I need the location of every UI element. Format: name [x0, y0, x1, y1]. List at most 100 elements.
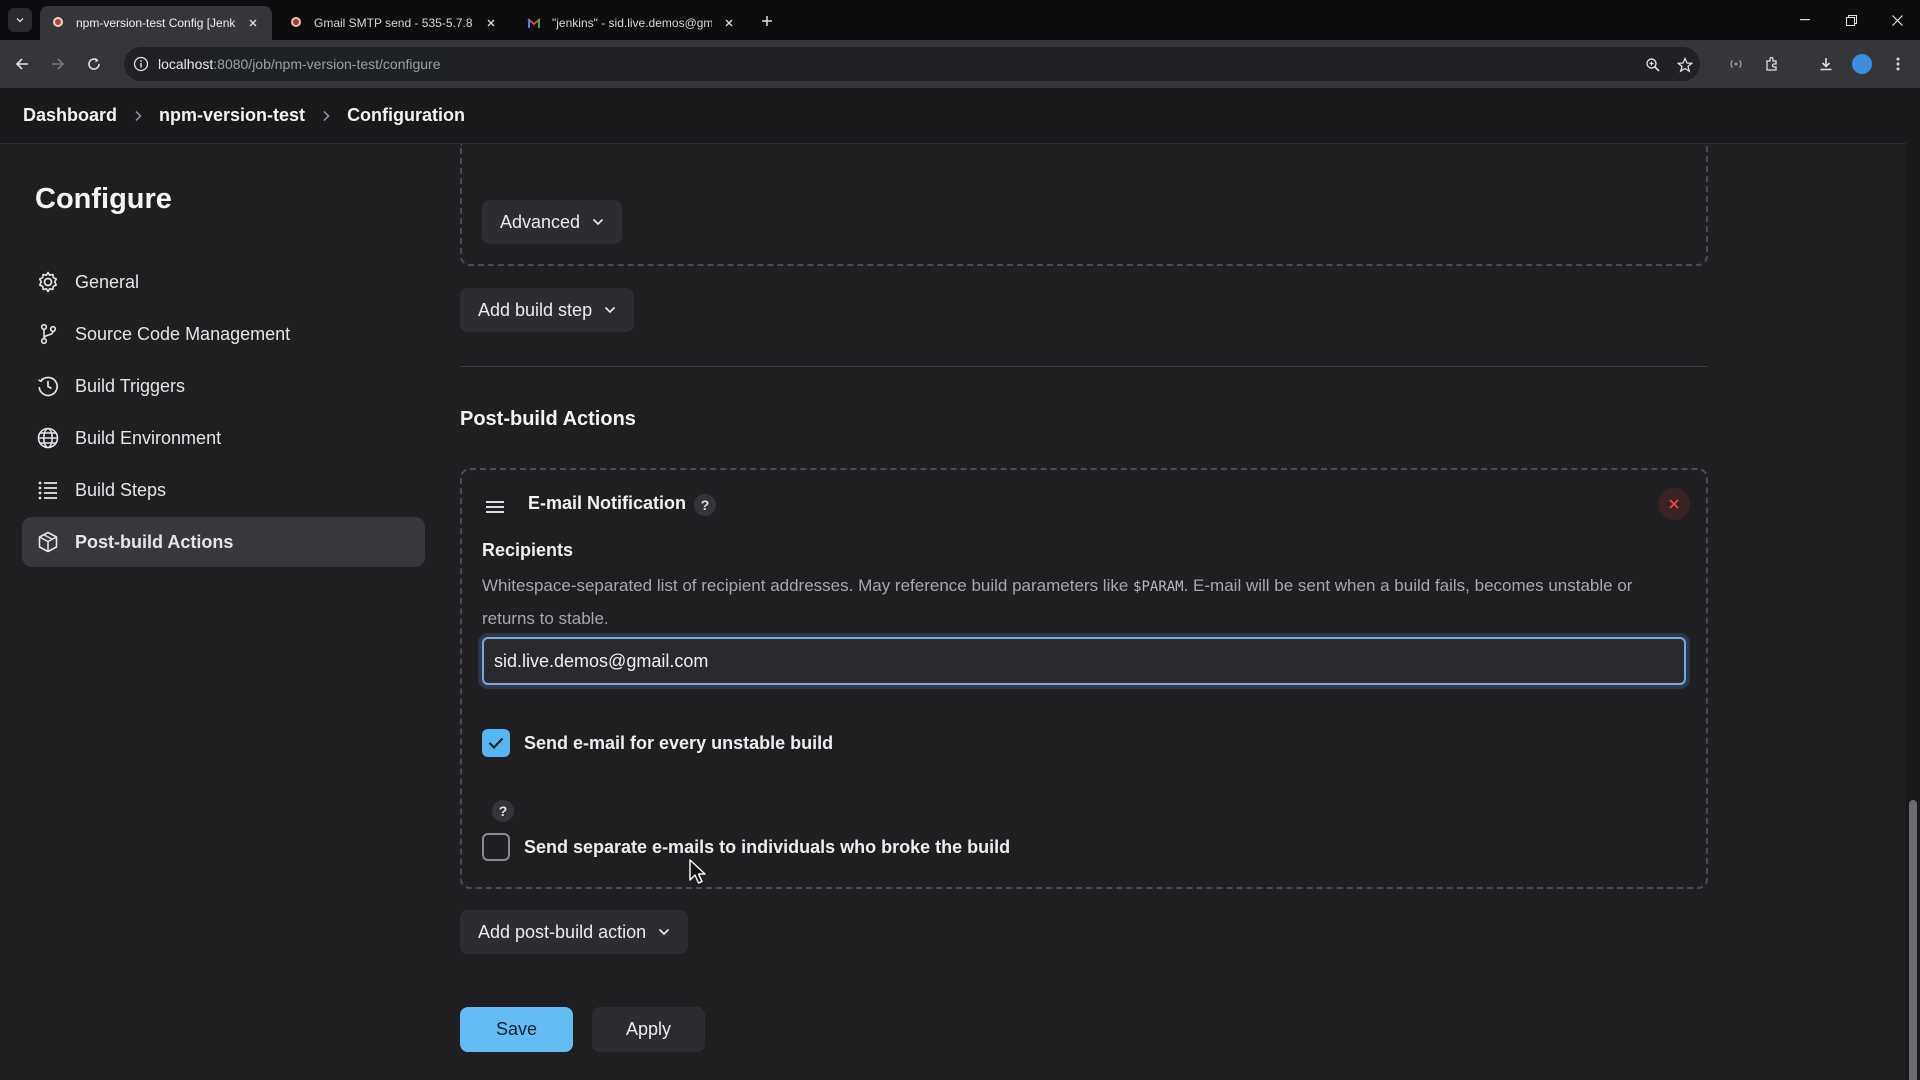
minimize-icon	[1800, 19, 1810, 21]
globe-icon	[35, 425, 61, 451]
separate-emails-checkbox[interactable]	[482, 833, 510, 861]
sidebar-item-build-triggers[interactable]: Build Triggers	[22, 361, 425, 411]
restore-icon	[1845, 14, 1857, 26]
save-button[interactable]: Save	[460, 1007, 573, 1052]
tab-gmail-smtp[interactable]: Gmail SMTP send - 535-5.7.8 Username	[278, 6, 510, 40]
chevron-down-icon	[592, 218, 604, 226]
tab-gmail-inbox[interactable]: "jenkins" - sid.live.demos@gmail.com	[516, 6, 748, 40]
close-tab-icon[interactable]	[720, 14, 738, 32]
close-icon	[1891, 14, 1903, 26]
jenkins-favicon-icon	[50, 15, 66, 31]
tab-title: "jenkins" - sid.live.demos@gmail.com	[552, 16, 712, 30]
chevron-down-icon	[604, 306, 616, 314]
sidebar-item-source-code-management[interactable]: Source Code Management	[22, 309, 425, 359]
breadcrumb-job[interactable]: npm-version-test	[159, 105, 305, 126]
site-info-icon[interactable]	[124, 56, 158, 72]
close-tab-icon[interactable]	[244, 14, 262, 32]
close-icon	[1669, 499, 1679, 509]
url-host: localhost	[158, 56, 214, 72]
download-icon[interactable]	[1814, 52, 1838, 76]
address-bar[interactable]: localhost:8080/job/npm-version-test/conf…	[124, 47, 1700, 81]
gear-icon	[35, 269, 61, 295]
cast-icon[interactable]	[1724, 52, 1748, 76]
sidebar-item-label: Build Steps	[75, 479, 167, 500]
recipients-input[interactable]	[482, 637, 1686, 685]
sidebar-item-post-build-actions[interactable]: Post-build Actions	[22, 517, 425, 567]
zoom-icon[interactable]	[1642, 54, 1664, 76]
new-tab-button[interactable]	[756, 10, 778, 32]
page-scrollbar[interactable]	[1906, 88, 1920, 1080]
tab-title: Gmail SMTP send - 535-5.7.8 Username	[314, 16, 474, 30]
add-build-step-label: Add build step	[478, 299, 593, 320]
gmail-icon	[526, 15, 542, 31]
drag-handle-icon[interactable]	[484, 496, 506, 518]
extensions-icon[interactable]	[1760, 52, 1784, 76]
reload-icon	[88, 58, 100, 70]
apply-button[interactable]: Apply	[592, 1007, 705, 1052]
clock-icon	[35, 373, 61, 399]
url-path: :8080/job/npm-version-test/configure	[213, 56, 441, 72]
mouse-cursor-icon	[688, 858, 708, 891]
unstable-build-checkbox-row[interactable]: Send e-mail for every unstable build	[482, 729, 833, 757]
scrollbar-thumb[interactable]	[1909, 800, 1917, 1080]
sidebar-item-label: Source Code Management	[75, 323, 291, 344]
url-text[interactable]: localhost:8080/job/npm-version-test/conf…	[158, 56, 441, 72]
build-step-container	[460, 144, 1708, 266]
minimize-button[interactable]	[1782, 0, 1828, 40]
tab-title: npm-version-test Config [Jenkins]	[76, 16, 236, 30]
remove-action-button[interactable]	[1658, 488, 1690, 520]
sidebar-item-general[interactable]: General	[22, 257, 425, 307]
separate-emails-label: Send separate e-mails to individuals who…	[524, 836, 1011, 857]
email-notification-panel: E-mail Notification ? Recipients Whitesp…	[460, 468, 1708, 889]
plus-icon	[762, 16, 772, 26]
email-notification-title: E-mail Notification	[528, 493, 687, 513]
help-icon[interactable]: ?	[694, 494, 716, 516]
checkmark-icon	[488, 737, 504, 749]
sidebar-item-build-environment[interactable]: Build Environment	[22, 413, 425, 463]
restore-button[interactable]	[1828, 0, 1874, 40]
param-code: $PARAM	[1133, 579, 1184, 595]
arrow-left-icon	[15, 58, 28, 70]
chevron-down-icon	[16, 18, 24, 23]
breadcrumb-configuration[interactable]: Configuration	[347, 105, 465, 126]
branch-icon	[35, 321, 61, 347]
arrow-right-icon	[52, 58, 65, 70]
browser-tab-bar: npm-version-test Config [Jenkins] Gmail …	[0, 0, 1920, 40]
section-divider	[460, 366, 1708, 367]
unstable-build-label: Send e-mail for every unstable build	[524, 732, 834, 753]
chevron-right-icon	[305, 110, 347, 122]
browser-menu-icon[interactable]	[1886, 52, 1910, 76]
post-build-actions-heading: Post-build Actions	[460, 408, 636, 430]
unstable-build-checkbox[interactable]	[482, 729, 510, 757]
bookmark-star-icon[interactable]	[1674, 54, 1696, 76]
sidebar-item-build-steps[interactable]: Build Steps	[22, 465, 425, 515]
advanced-button[interactable]: Advanced	[482, 200, 623, 244]
sidebar-item-label: Build Triggers	[75, 375, 186, 396]
jenkins-favicon-icon	[288, 15, 304, 31]
sidebar-item-label: Build Environment	[75, 427, 222, 448]
page-title: Configure	[35, 183, 172, 215]
tab-jenkins-config[interactable]: npm-version-test Config [Jenkins]	[40, 6, 272, 40]
breadcrumb: Dashboard npm-version-test Configuration	[0, 88, 1906, 144]
recipients-description: Whitespace-separated list of recipient a…	[482, 570, 1672, 634]
add-post-build-action-button[interactable]: Add post-build action	[460, 910, 689, 954]
advanced-label: Advanced	[500, 211, 581, 232]
chevron-down-icon	[658, 928, 670, 936]
close-window-button[interactable]	[1874, 0, 1920, 40]
sidebar-item-label: General	[75, 271, 140, 292]
separate-emails-checkbox-row[interactable]: Send separate e-mails to individuals who…	[482, 833, 1010, 861]
profile-avatar[interactable]	[1850, 52, 1874, 76]
tab-list-button[interactable]	[8, 8, 32, 32]
reload-button[interactable]	[82, 52, 106, 76]
sidebar-item-label: Post-build Actions	[75, 531, 234, 552]
close-tab-icon[interactable]	[482, 14, 500, 32]
chevron-right-icon	[117, 110, 159, 122]
list-icon	[35, 477, 61, 503]
add-build-step-button[interactable]: Add build step	[460, 288, 635, 332]
cube-icon	[35, 529, 61, 555]
back-button[interactable]	[10, 52, 34, 76]
breadcrumb-dashboard[interactable]: Dashboard	[23, 105, 117, 126]
recipients-desc-part-1: Whitespace-separated list of recipient a…	[482, 576, 1134, 595]
forward-button[interactable]	[46, 52, 70, 76]
help-icon[interactable]: ?	[492, 800, 514, 822]
